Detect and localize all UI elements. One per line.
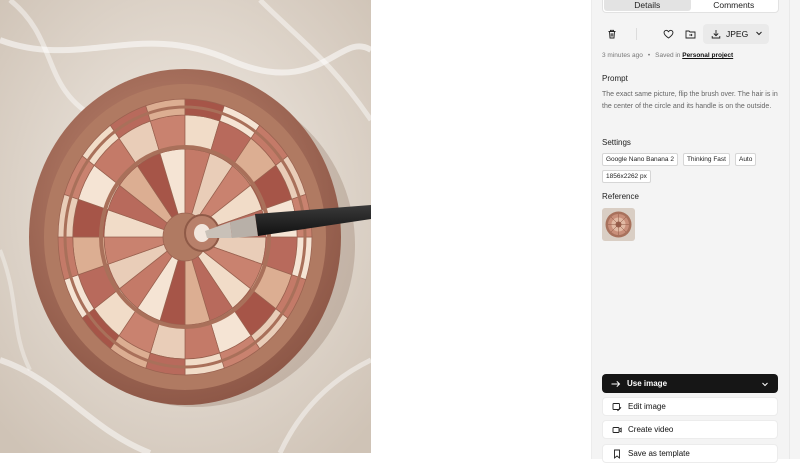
chevron-down-icon: [762, 382, 768, 387]
download-button[interactable]: JPEG: [703, 24, 769, 44]
reference-heading: Reference: [602, 192, 639, 201]
project-link[interactable]: Personal project: [682, 52, 733, 59]
prompt-text: The exact same picture, flip the brush o…: [602, 91, 778, 110]
create-video-button[interactable]: Create video: [602, 420, 778, 439]
toolbar-divider: [636, 28, 637, 40]
tab-details[interactable]: Details: [604, 0, 691, 11]
edit-image-button[interactable]: Edit image: [602, 397, 778, 416]
tab-comments[interactable]: Comments: [691, 0, 778, 11]
image-meta: 3 minutes ago • Saved in Personal project: [602, 52, 733, 59]
heart-icon: [663, 29, 673, 39]
folder-move-icon: [685, 30, 695, 39]
eyeshadow-dartboard-image: [0, 0, 371, 453]
model-chip: Google Nano Banana 2: [602, 153, 678, 166]
generated-image[interactable]: [0, 0, 371, 453]
edit-image-icon: [612, 402, 622, 411]
trash-icon: [608, 29, 616, 39]
video-icon: [612, 426, 622, 433]
download-icon: [711, 30, 721, 39]
download-format-label: JPEG: [726, 29, 749, 39]
saved-in-label: Saved in: [655, 52, 681, 59]
arrow-right-icon: [611, 380, 621, 387]
settings-chips: Google Nano Banana 2 Thinking Fast Auto …: [602, 153, 782, 183]
save-template-button[interactable]: Save as template: [602, 444, 778, 463]
use-image-button[interactable]: Use image: [602, 374, 778, 393]
aspect-chip: Auto: [734, 153, 757, 166]
image-toolbar: JPEG: [602, 24, 779, 44]
edit-image-label: Edit image: [628, 402, 666, 411]
bookmark-icon: [614, 449, 620, 459]
separator-dot: •: [647, 52, 651, 59]
save-template-label: Save as template: [628, 449, 690, 458]
panel-tabs: Details Comments: [602, 0, 779, 13]
resolution-chip: 1856x2262 px: [602, 170, 651, 183]
speed-chip: Thinking Fast: [682, 153, 730, 166]
scrollbar[interactable]: [789, 0, 800, 459]
created-time: 3 minutes ago: [602, 52, 643, 59]
settings-heading: Settings: [602, 138, 631, 147]
delete-button[interactable]: [602, 24, 622, 44]
move-to-folder-button[interactable]: [680, 24, 700, 44]
prompt-heading: Prompt: [602, 74, 628, 83]
reference-thumbnail[interactable]: [602, 208, 635, 241]
create-video-label: Create video: [628, 425, 674, 434]
favorite-button[interactable]: [658, 24, 678, 44]
use-image-label: Use image: [627, 379, 668, 388]
reference-image: [602, 208, 635, 241]
chevron-down-icon: [756, 31, 762, 36]
